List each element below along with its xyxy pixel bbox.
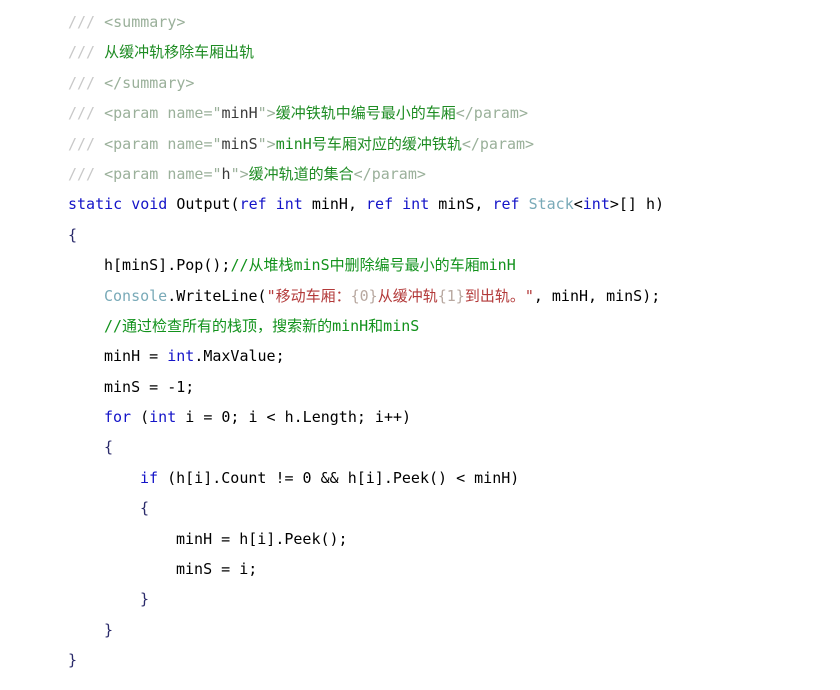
code-token-doctag: </param> [455,104,528,123]
code-token-doctag: <param name=" [104,104,222,123]
code-block: /// <summary>/// 从缓冲轨移除车厢出轨/// </summary… [0,0,840,676]
code-token-doctext: 缓冲铁轨中编号最小的车厢 [275,104,456,123]
code-token-keyword: ref [366,195,394,214]
code-token-brace: } [140,590,150,609]
code-line: /// <param name="minS">minH号车厢对应的缓冲铁轨</p… [0,129,840,159]
code-token-docslash: /// [68,104,105,123]
code-token-doctag: "> [230,164,249,183]
code-token-docslash: /// [68,73,105,92]
code-token-keyword: int [402,195,430,214]
code-token-type: Console [104,286,168,305]
code-token-doctag: </param> [353,164,426,183]
code-line: } [0,584,840,614]
code-token-string: "移动车厢： [266,286,351,305]
code-token-plain: minH = h[i].Peek(); [176,529,348,548]
code-token-keyword: int [167,347,195,366]
code-token-docslash: /// [68,13,105,31]
code-line: /// </summary> [0,68,840,98]
code-token-brace: { [104,438,114,457]
code-line: { [0,493,840,523]
code-token-keyword: int [149,408,177,427]
code-token-doctext: 从缓冲轨移除车厢出轨 [104,43,255,62]
code-token-docslash: /// [68,164,105,183]
code-line: static void Output(ref int minH, ref int… [0,189,840,219]
code-token-plain: Output( [167,195,240,214]
code-token-plain: .MaxValue; [194,347,285,366]
code-token-docattrval: minS [221,134,258,153]
code-token-doctag: <param name=" [104,164,222,183]
code-token-brace: } [68,651,78,670]
code-token-doctag: "> [257,134,276,153]
code-token-doctag: </summary> [104,73,195,92]
code-token-plain: ( [131,408,150,427]
code-token-keyword: void [131,195,168,214]
code-token-plain: i = 0; i < h.Length; i++) [176,408,412,427]
code-token-keyword: int [582,195,610,214]
code-token-keyword: if [140,468,159,487]
code-line: //通过检查所有的栈顶，搜索新的minH和minS [0,311,840,341]
code-token-docattrval: minH [221,104,258,123]
code-token-brace: { [68,225,78,244]
code-token-keyword: for [104,408,132,427]
code-token-plain: minH = [104,347,168,366]
code-line: /// <param name="h">缓冲轨道的集合</param> [0,159,840,189]
code-token-docattrval: h [221,164,231,183]
code-line: h[minS].Pop();//从堆栈minS中删除编号最小的车厢minH [0,250,840,280]
code-token-keyword: static [68,195,123,214]
code-token-keyword: ref [239,195,267,214]
code-line: } [0,645,840,675]
code-token-string: 从缓冲轨 [377,286,438,305]
code-token-docslash: /// [68,134,105,153]
code-token-doctext: minH号车厢对应的缓冲铁轨 [275,134,462,153]
code-token-keyword: int [275,195,303,214]
code-token-plain: minS = i; [176,560,258,579]
code-token-plain: minH, [302,195,367,214]
code-line: /// <param name="minH">缓冲铁轨中编号最小的车厢</par… [0,98,840,128]
code-line: minH = h[i].Peek(); [0,524,840,554]
code-token-comment: //通过检查所有的栈顶，搜索新的minH和minS [104,316,420,335]
code-token-plain: < [573,195,583,214]
code-token-plain: , minH, minS); [533,286,661,305]
code-token-plain: minS = -1; [104,377,195,396]
code-token-plain: minS, [429,195,493,214]
code-token-comment: //从堆栈minS中删除编号最小的车厢minH [230,256,516,275]
code-token-doctext: 缓冲轨道的集合 [248,164,354,183]
code-line: minS = i; [0,554,840,584]
code-line: Console.WriteLine("移动车厢：{0}从缓冲轨{1}到出轨。",… [0,281,840,311]
code-token-fmt: {0} [350,286,378,305]
code-token-keyword: ref [492,195,520,214]
code-token-plain: (h[i].Count != 0 && h[i].Peek() < minH) [158,468,520,487]
code-token-doctag: "> [257,104,276,123]
code-token-plain: .WriteLine( [167,286,267,305]
code-token-doctag: </param> [461,134,535,153]
code-token-plain: h[minS].Pop(); [104,256,231,275]
code-token-docslash: /// [68,43,105,62]
code-line: { [0,220,840,250]
code-token-plain: >[] h) [609,195,665,214]
code-token-string: 到出轨。" [464,286,534,305]
code-line: if (h[i].Count != 0 && h[i].Peek() < min… [0,463,840,493]
code-line: for (int i = 0; i < h.Length; i++) [0,402,840,432]
code-line: minS = -1; [0,372,840,402]
code-token-type: Stack [528,195,574,214]
code-line: minH = int.MaxValue; [0,341,840,371]
code-line: /// 从缓冲轨移除车厢出轨 [0,37,840,67]
code-line: { [0,432,840,462]
code-token-brace: { [140,499,150,518]
code-token-doctag: <param name=" [104,134,222,153]
code-line: /// <summary> [0,7,840,37]
code-line: } [0,615,840,645]
code-token-doctag: <summary> [104,13,186,31]
code-token-fmt: {1} [437,286,465,305]
code-token-brace: } [104,620,114,639]
